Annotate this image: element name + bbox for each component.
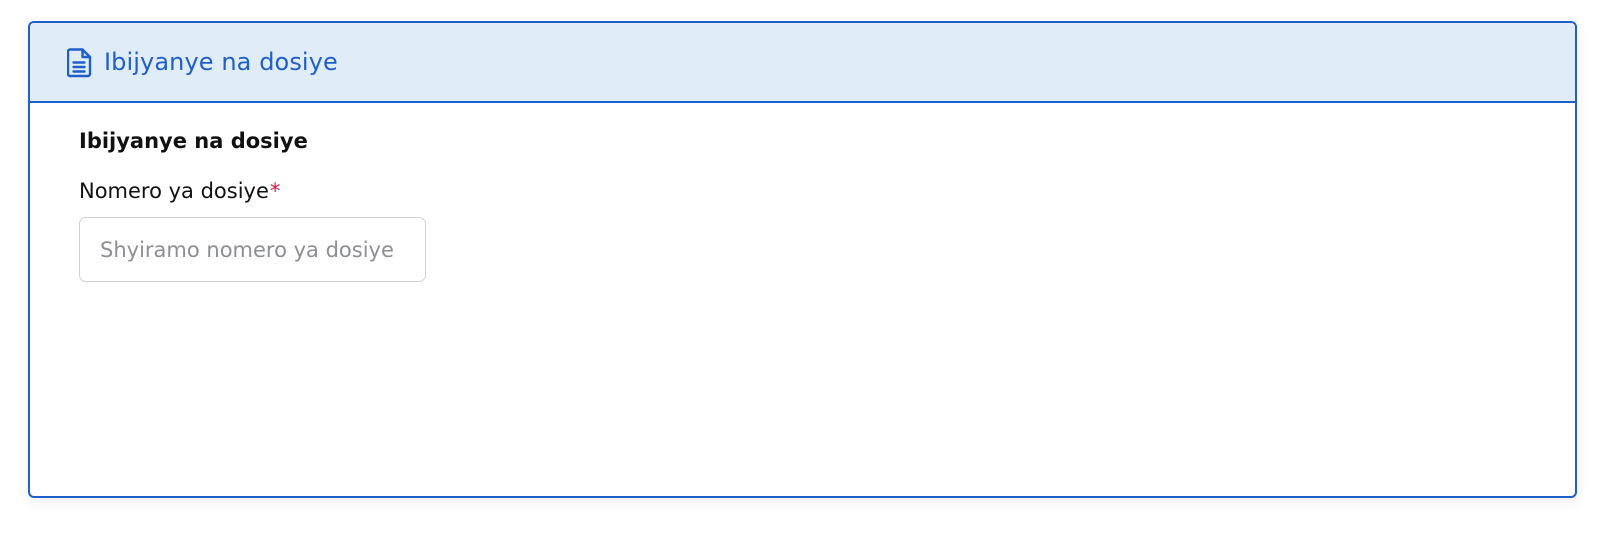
panel-body: Ibijyanye na dosiye Nomero ya dosiye* (30, 103, 1575, 282)
file-number-label-text: Nomero ya dosiye (79, 179, 269, 203)
file-number-input[interactable] (79, 217, 426, 282)
panel-header: Ibijyanye na dosiye (30, 23, 1575, 103)
required-marker: * (269, 179, 281, 203)
file-number-label: Nomero ya dosiye* (79, 179, 1575, 203)
panel-title: Ibijyanye na dosiye (104, 48, 338, 76)
section-title: Ibijyanye na dosiye (79, 129, 308, 153)
file-text-icon (66, 46, 94, 78)
file-info-panel: Ibijyanye na dosiye Ibijyanye na dosiye … (28, 21, 1577, 498)
